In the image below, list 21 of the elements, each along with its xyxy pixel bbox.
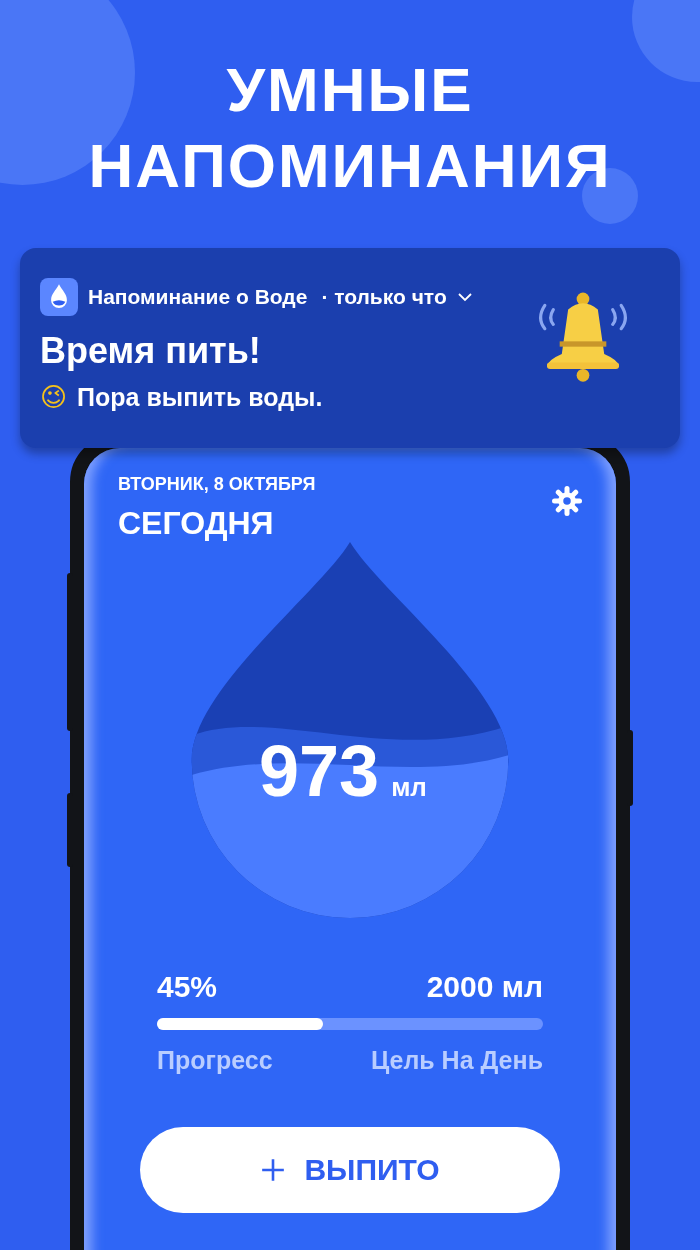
notification-title: Время пить! — [40, 330, 262, 372]
settings-icon[interactable] — [552, 486, 582, 516]
drink-button[interactable]: ВЫПИТО — [140, 1127, 560, 1213]
intake-amount: 973 — [259, 730, 380, 812]
notification-message: Пора выпить воды. — [77, 382, 323, 412]
notification-time: · только что — [321, 285, 447, 309]
intake-unit: мл — [391, 772, 427, 803]
progress-percent: 45% — [157, 970, 218, 1004]
progress-label: Прогресс — [157, 1046, 273, 1075]
notification-card[interactable]: Напоминание о Воде · только что Время пить! 😉 Пора выпить воды. — [20, 248, 680, 448]
date-label: ВТОРНИК, 8 ОКТЯБРЯ — [118, 474, 316, 495]
chevron-down-icon[interactable] — [456, 290, 473, 304]
screen-title: СЕГОДНЯ — [118, 505, 275, 542]
app-name: Напоминание о Воде — [88, 285, 308, 309]
plus-icon — [260, 1157, 287, 1183]
goal-label: Цель На День — [370, 1046, 543, 1075]
headline: НАПОМИНАНИЯ — [88, 130, 612, 202]
headline: УМНЫЕ — [226, 54, 474, 126]
water-drop-icon — [40, 278, 78, 316]
emoji: 😉 — [40, 382, 68, 412]
daily-goal: 2000 мл — [426, 970, 543, 1004]
